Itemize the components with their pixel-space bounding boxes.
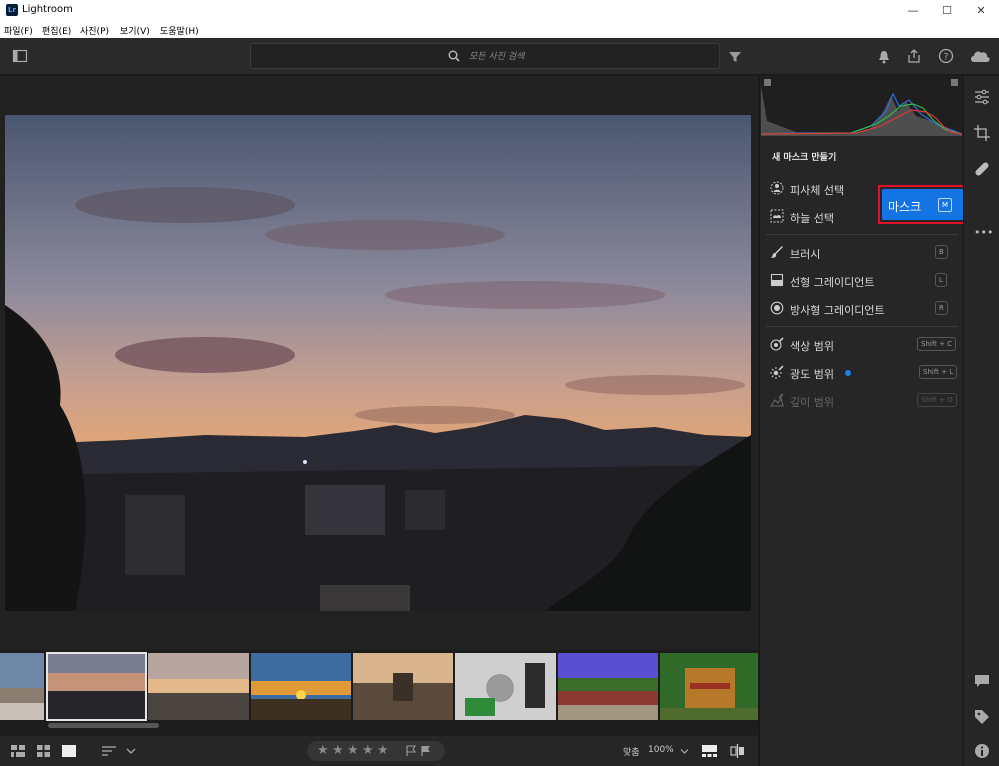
- mask-tool-radial-gradient[interactable]: 방사형 그레이디언트 R: [770, 298, 958, 318]
- mask-tool-color-range[interactable]: 색상 범위 Shift + C: [770, 334, 958, 354]
- window-title: Lightroom: [22, 4, 73, 15]
- search-icon: [448, 50, 460, 62]
- photo-grid-icon[interactable]: [11, 745, 25, 757]
- shortcut-key: Shift + C: [917, 337, 957, 351]
- menu-view[interactable]: 보기(V): [120, 24, 150, 37]
- top-toolbar: ?: [0, 38, 999, 75]
- right-tool-rail: •••: [963, 76, 999, 766]
- panel-toggle-icon[interactable]: [12, 48, 28, 64]
- mask-tool-label: 깊이 범위: [790, 396, 834, 409]
- flag-reject-icon[interactable]: [420, 745, 432, 757]
- shortcut-key: R: [935, 301, 948, 315]
- filmstrip-scrollbar[interactable]: [48, 723, 159, 728]
- zoom-level[interactable]: 100%: [648, 745, 674, 755]
- sky-icon: [770, 209, 784, 223]
- search-box[interactable]: [250, 43, 720, 69]
- shortcut-key: L: [935, 273, 947, 287]
- mask-tool-brush[interactable]: 브러시 B: [770, 242, 958, 262]
- divider: [766, 234, 958, 235]
- svg-text:?: ?: [944, 53, 949, 63]
- star-rating-4[interactable]: ★: [362, 743, 374, 758]
- star-rating-5[interactable]: ★: [377, 743, 389, 758]
- filmstrip-thumbnail[interactable]: [251, 653, 351, 720]
- mask-tool-luminance-range[interactable]: 광도 범위 Shift + L: [770, 362, 958, 382]
- filmstrip-thumbnail-selected[interactable]: [46, 652, 147, 721]
- fit-zoom-option[interactable]: 맞춤: [623, 745, 640, 758]
- mask-tool-label: 하늘 선택: [790, 212, 834, 225]
- zoom-dropdown-icon[interactable]: [680, 748, 689, 755]
- mask-tool-label: 방사형 그레이디언트: [790, 304, 885, 317]
- radial-gradient-icon: [770, 301, 784, 315]
- divider: [766, 326, 958, 327]
- mask-tool-label: 광도 범위: [790, 368, 834, 381]
- mask-tool-label: 선형 그레이디언트: [790, 276, 875, 289]
- mask-tool-label: 색상 범위: [790, 340, 834, 353]
- filmstrip: [0, 650, 758, 732]
- bottom-toolbar: ★ ★ ★ ★ ★ 맞춤 100%: [0, 736, 758, 766]
- mask-tool-label: 브러시: [790, 248, 821, 261]
- menu-bar: 파일(F) 편집(E) 사진(P) 보기(V) 도움말(H): [0, 21, 999, 38]
- share-icon[interactable]: [906, 48, 922, 64]
- panel-title: 새 마스크 만들기: [772, 153, 837, 163]
- main-photo[interactable]: [5, 115, 751, 611]
- color-range-icon: [770, 337, 784, 351]
- filmstrip-thumbnail[interactable]: [558, 653, 658, 720]
- filmstrip-thumbnail[interactable]: [148, 653, 249, 720]
- comment-icon[interactable]: [973, 672, 991, 690]
- healing-icon[interactable]: [973, 160, 991, 178]
- masking-button-label: 마스크: [888, 200, 922, 214]
- close-button[interactable]: ✕: [964, 0, 998, 21]
- mask-tool-depth-range: 깊이 범위 Shift + D: [770, 390, 958, 410]
- minimize-button[interactable]: —: [896, 0, 930, 21]
- loupe-view: [0, 76, 758, 650]
- menu-photo[interactable]: 사진(P): [80, 24, 109, 37]
- brush-icon: [771, 246, 783, 258]
- menu-help[interactable]: 도움말(H): [160, 24, 199, 37]
- histogram: [761, 76, 962, 136]
- shortcut-key: Shift + D: [917, 393, 957, 407]
- tag-icon[interactable]: [973, 708, 991, 726]
- new-feature-dot: [845, 370, 851, 376]
- luminance-range-icon: [770, 365, 784, 379]
- more-tools-icon[interactable]: •••: [974, 226, 993, 239]
- cloud-icon[interactable]: [969, 48, 991, 64]
- filmstrip-thumbnail[interactable]: [660, 653, 758, 720]
- menu-edit[interactable]: 편집(E): [42, 24, 71, 37]
- help-icon[interactable]: ?: [938, 48, 954, 64]
- info-icon[interactable]: [973, 742, 991, 760]
- mask-tool-linear-gradient[interactable]: 선형 그레이디언트 L: [770, 270, 958, 290]
- filmstrip-thumbnail[interactable]: [353, 653, 453, 720]
- compare-view-icon[interactable]: [730, 744, 745, 758]
- title-bar: Lr Lightroom — ☐ ✕: [0, 0, 999, 21]
- maximize-button[interactable]: ☐: [930, 0, 964, 21]
- masking-panel: 새 마스크 만들기 피사체 선택 하늘 선택 브러시 B 선형 그레이디언트 L…: [759, 76, 962, 766]
- square-grid-icon[interactable]: [37, 745, 50, 757]
- chevron-down-icon[interactable]: [126, 747, 136, 755]
- filmstrip-thumbnail[interactable]: [0, 653, 44, 720]
- filmstrip-toggle-icon[interactable]: [702, 745, 717, 757]
- edit-sliders-icon[interactable]: [973, 88, 991, 106]
- lightroom-app-icon: Lr: [6, 4, 18, 16]
- bell-icon[interactable]: [876, 49, 892, 65]
- search-input[interactable]: [469, 50, 669, 64]
- crop-icon[interactable]: [973, 124, 991, 142]
- flag-pick-icon[interactable]: [405, 745, 417, 757]
- star-rating-1[interactable]: ★: [317, 743, 329, 758]
- filmstrip-thumbnail[interactable]: [455, 653, 556, 720]
- shortcut-key: Shift + L: [919, 365, 958, 379]
- rating-control: ★ ★ ★ ★ ★: [307, 741, 445, 761]
- shortcut-key: B: [935, 245, 948, 259]
- depth-range-icon: [770, 393, 784, 407]
- filter-icon[interactable]: [727, 49, 743, 65]
- subject-icon: [770, 181, 784, 195]
- star-rating-3[interactable]: ★: [347, 743, 359, 758]
- detail-view-icon[interactable]: [62, 745, 76, 757]
- menu-file[interactable]: 파일(F): [4, 24, 33, 37]
- mask-tool-label: 피사체 선택: [790, 184, 845, 197]
- shortcut-key: M: [938, 198, 952, 212]
- sort-icon[interactable]: [101, 745, 117, 757]
- star-rating-2[interactable]: ★: [332, 743, 344, 758]
- linear-gradient-icon: [770, 273, 784, 287]
